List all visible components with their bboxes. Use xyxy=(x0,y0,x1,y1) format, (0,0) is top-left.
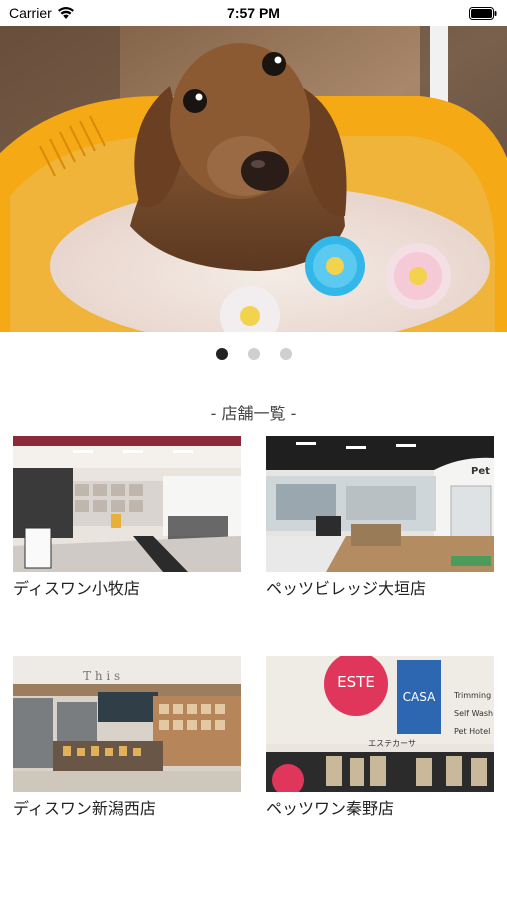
store-name: ディスワン新潟西店 xyxy=(13,799,156,818)
status-time: 7:57 PM xyxy=(227,5,280,21)
store-card-niigata-nishi[interactable]: T h i s ディスワン新潟西店 xyxy=(13,656,241,819)
store-card-ogaki[interactable]: Pet ペッツビレッジ大垣店 xyxy=(266,436,494,599)
svg-text:Pet: Pet xyxy=(471,466,490,477)
store-name: ディスワン小牧店 xyxy=(13,579,140,598)
este-sign-text: ESTE xyxy=(337,673,375,691)
store-photo: Pet xyxy=(266,436,494,572)
svg-text:T h i s: T h i s xyxy=(83,669,120,683)
hero-photo xyxy=(0,26,507,332)
carousel-page-indicator[interactable] xyxy=(0,346,507,362)
store-card-komaki[interactable]: ディスワン小牧店 xyxy=(13,436,241,599)
menu-selfwash-text: Self Wash xyxy=(454,709,493,718)
store-name: ペッツビレッジ大垣店 xyxy=(266,579,427,598)
page-dot-2[interactable] xyxy=(247,348,260,360)
menu-pethotel-text: Pet Hotel xyxy=(454,727,490,736)
page-dot-3[interactable] xyxy=(279,348,292,360)
store-name: ペッツワン秦野店 xyxy=(266,799,395,818)
section-title: - 店舗一覧 - xyxy=(210,404,297,423)
menu-trimming-text: Trimming xyxy=(453,691,491,700)
store-card-hadano[interactable]: ESTE CASA エステカーサ Trimming Self Wash Pet … xyxy=(266,656,494,819)
store-photo: ESTE CASA エステカーサ Trimming Self Wash Pet … xyxy=(266,656,494,792)
store-photo: T h i s xyxy=(13,656,241,792)
page-dot-1[interactable] xyxy=(215,348,228,360)
store-photo xyxy=(13,436,241,572)
hero-carousel[interactable] xyxy=(0,26,507,332)
esthe-casa-jp-text: エステカーサ xyxy=(368,739,416,748)
casa-sign-text: CASA xyxy=(403,690,436,704)
status-bar: Carrier 7:57 PM xyxy=(0,0,507,26)
